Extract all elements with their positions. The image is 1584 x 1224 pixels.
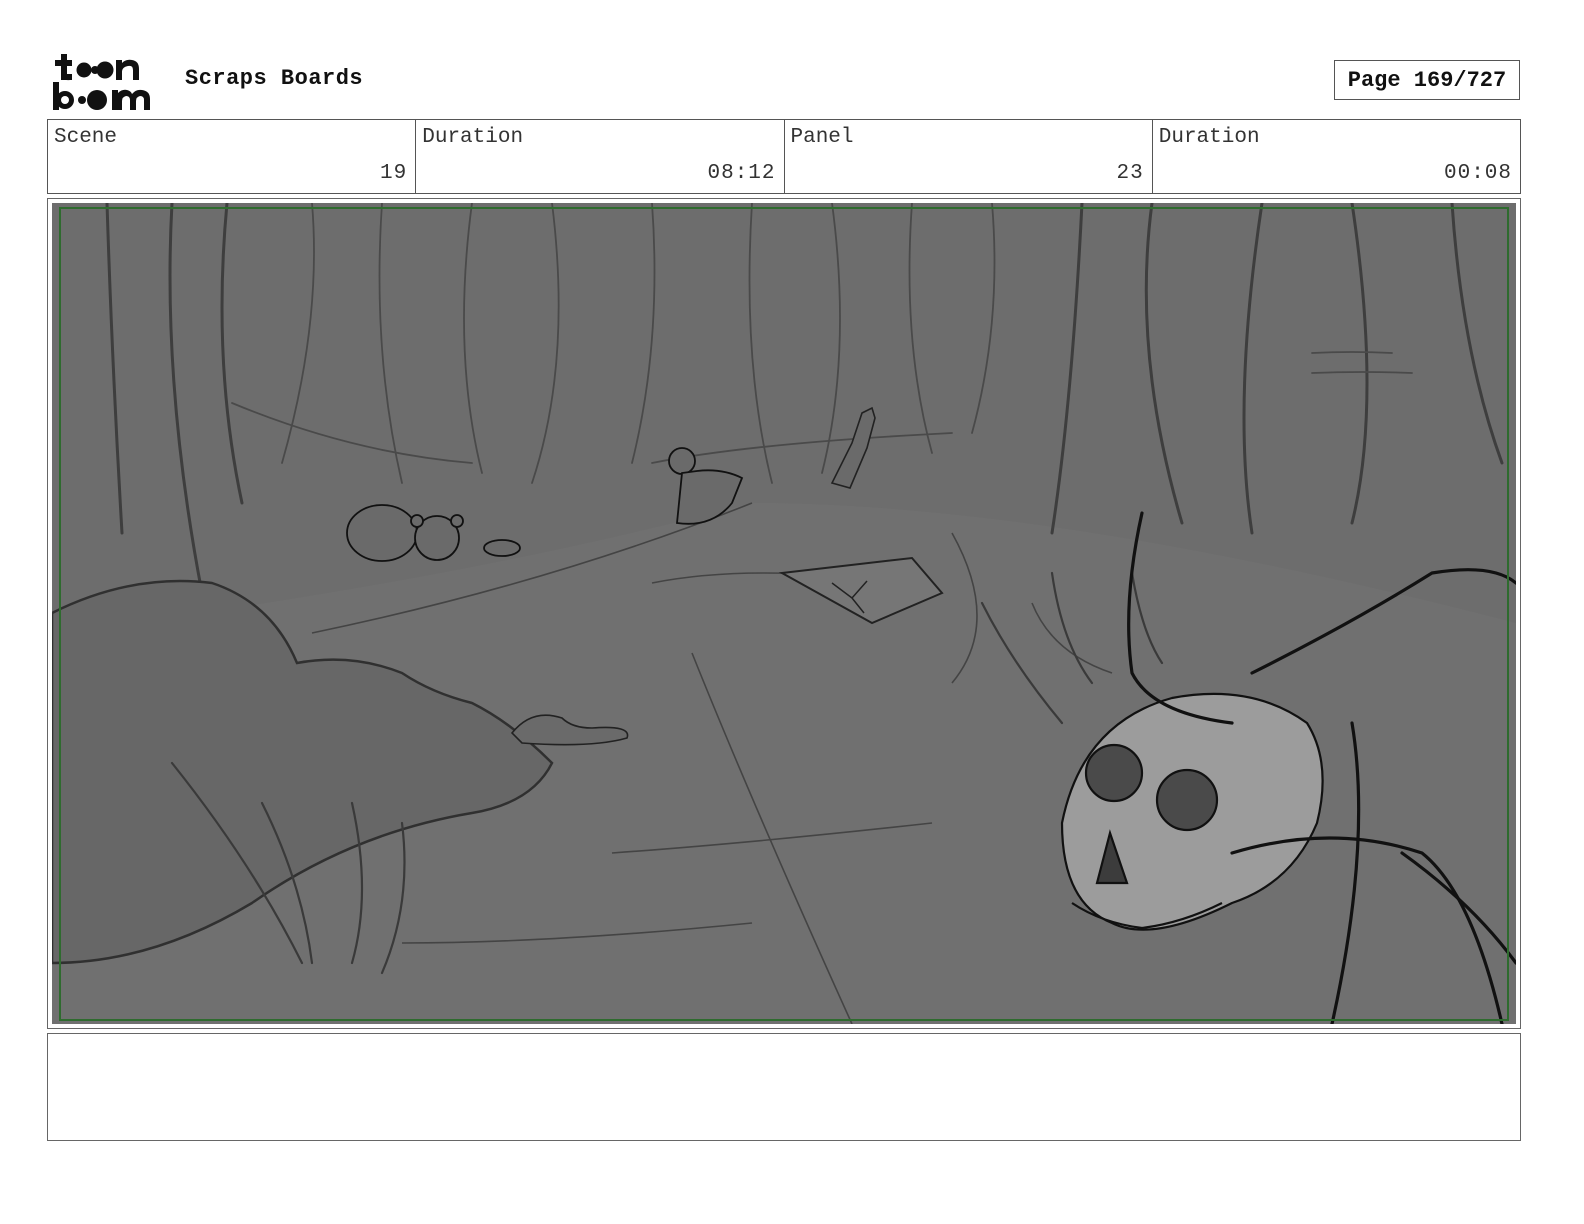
- panel-duration-cell: Duration 00:08: [1153, 120, 1520, 193]
- panel-duration-label: Duration: [1158, 126, 1260, 149]
- scene-duration-cell: Duration 08:12: [416, 120, 785, 193]
- scene-cell: Scene 19: [48, 120, 417, 193]
- scene-label: Scene: [54, 126, 118, 149]
- panel-drawing: [52, 203, 1516, 1024]
- storyboard-panel: [47, 198, 1521, 1029]
- panel-value: 23: [1116, 162, 1144, 185]
- panel-label: Panel: [790, 126, 854, 149]
- scene-value: 19: [380, 162, 408, 185]
- page-indicator: Page 169/727: [1334, 60, 1520, 100]
- scene-duration-value: 08:12: [707, 162, 776, 185]
- board-title: Scraps Boards: [185, 66, 364, 91]
- panel-info-row: Scene 19 Duration 08:12 Panel 23 Duratio…: [47, 119, 1521, 194]
- toon-boom-logo: [53, 54, 150, 110]
- panel-cell: Panel 23: [785, 120, 1153, 193]
- panel-notes: [47, 1033, 1521, 1141]
- panel-duration-value: 00:08: [1443, 162, 1512, 185]
- scene-duration-label: Duration: [422, 126, 524, 149]
